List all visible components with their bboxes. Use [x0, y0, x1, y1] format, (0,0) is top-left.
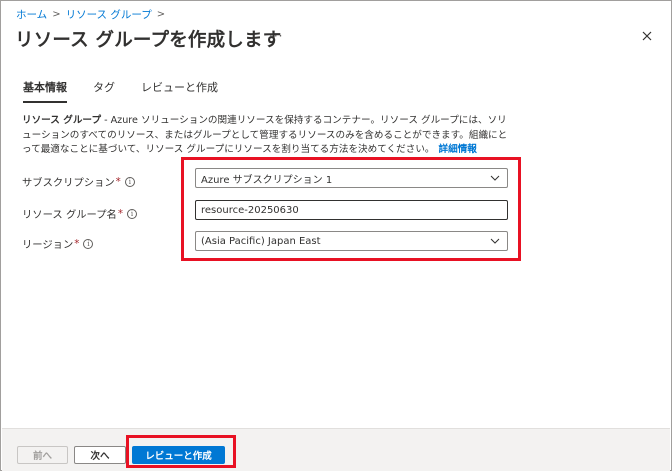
previous-button[interactable]: 前へ: [17, 446, 68, 464]
breadcrumb-home[interactable]: ホーム: [16, 7, 47, 22]
learn-more-link[interactable]: 詳細情報: [439, 144, 477, 155]
subscription-label-text: サブスクリプション: [22, 177, 115, 189]
chevron-down-icon: [490, 175, 500, 181]
breadcrumb-separator: >: [156, 9, 166, 20]
breadcrumb-separator: >: [52, 9, 61, 20]
chevron-down-icon: [490, 238, 500, 244]
subscription-value: Azure サブスクリプション 1: [201, 174, 333, 186]
dialog-frame: ホーム > リソース グループ > リソース グループを作成します ··· 基本…: [0, 0, 672, 471]
required-marker: *: [115, 175, 121, 188]
resource-group-name-input[interactable]: resource-20250630: [195, 200, 508, 220]
tab-basics[interactable]: 基本情報: [23, 79, 67, 103]
description-term: リソース グループ: [22, 115, 102, 126]
info-icon[interactable]: i: [126, 208, 137, 219]
breadcrumb: ホーム > リソース グループ >: [16, 7, 165, 22]
tab-review-create[interactable]: レビューと作成: [141, 79, 218, 103]
tab-tags[interactable]: タグ: [93, 79, 115, 103]
resource-group-name-value: resource-20250630: [201, 204, 299, 216]
info-icon[interactable]: i: [83, 238, 94, 249]
region-select[interactable]: (Asia Pacific) Japan East: [195, 231, 508, 251]
resource-group-name-label: リソース グループ名 * i: [22, 206, 137, 221]
review-create-button[interactable]: レビューと作成: [132, 446, 225, 464]
breadcrumb-resource-groups[interactable]: リソース グループ: [66, 7, 152, 22]
close-icon[interactable]: [640, 29, 654, 43]
subscription-select[interactable]: Azure サブスクリプション 1: [195, 168, 508, 188]
region-label-text: リージョン: [22, 239, 74, 251]
next-button[interactable]: 次へ: [74, 446, 126, 464]
required-marker: *: [117, 207, 123, 220]
page-title: リソース グループを作成します: [15, 30, 282, 51]
region-value: (Asia Pacific) Japan East: [201, 235, 321, 247]
required-marker: *: [74, 237, 80, 250]
tab-bar: 基本情報 タグ レビューと作成: [23, 79, 244, 103]
region-label: リージョン * i: [22, 236, 94, 251]
more-options-icon[interactable]: ···: [269, 29, 283, 43]
info-icon[interactable]: i: [124, 176, 135, 187]
description: リソース グループ - Azure ソリューションの関連リソースを保持するコンテ…: [22, 114, 512, 158]
subscription-label: サブスクリプション * i: [22, 174, 135, 189]
resource-group-name-label-text: リソース グループ名: [22, 209, 117, 221]
